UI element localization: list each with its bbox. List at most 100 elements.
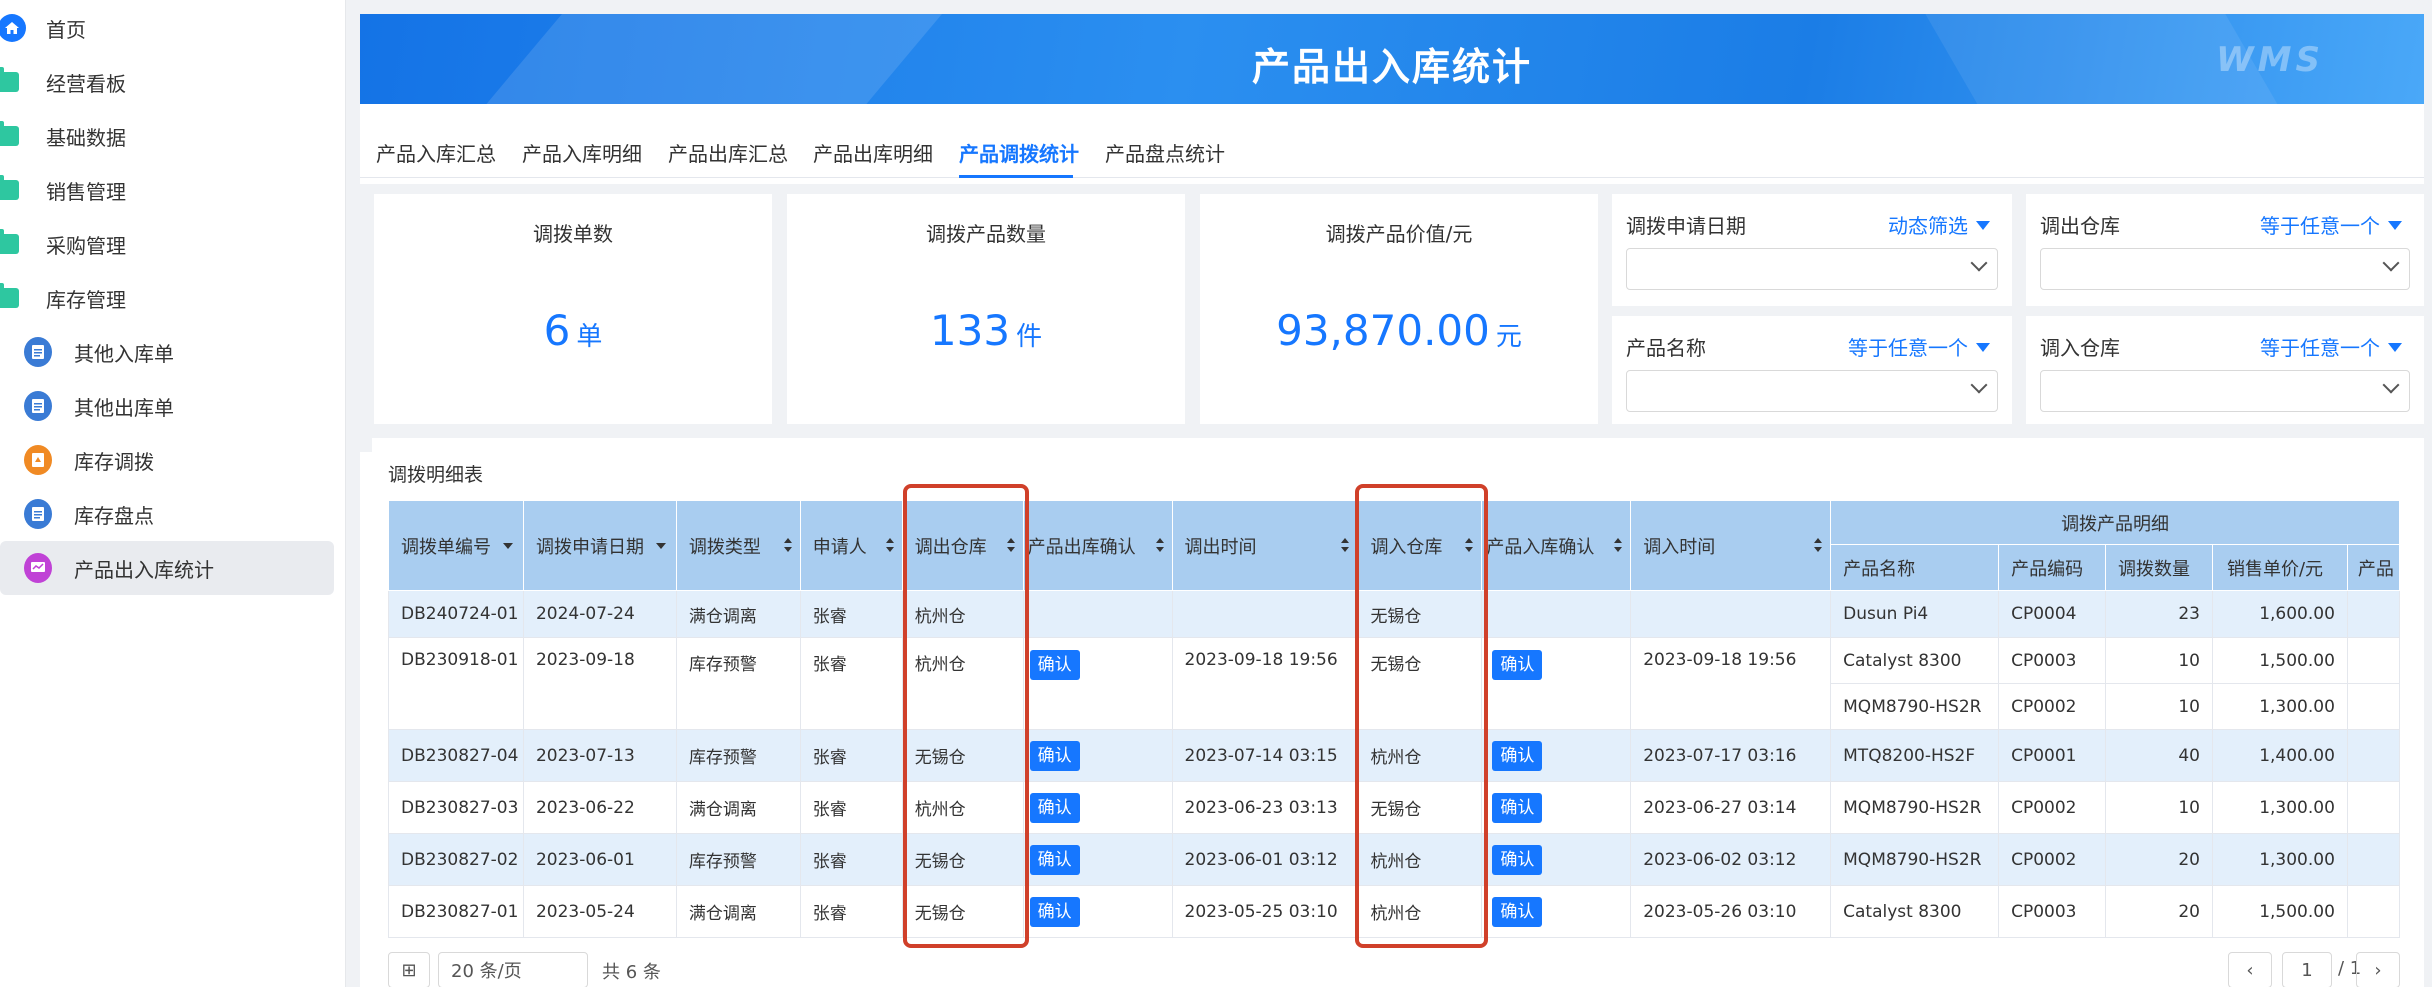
column-header[interactable]: 申请人 [799, 500, 903, 591]
active-tab-indicator [959, 175, 1073, 178]
confirm-badge[interactable]: 确认 [1029, 844, 1080, 875]
sidebar-item-label: 其他出库单 [74, 395, 174, 420]
cell-product-extra [2346, 683, 2400, 730]
sidebar-item-sales[interactable]: 销售管理 [0, 163, 336, 217]
cell-transfer-id: DB230827-04 [388, 729, 524, 782]
cell-product-extra [2346, 637, 2400, 684]
sort-icon [1614, 537, 1623, 554]
sidebar-item-label: 产品出入库统计 [74, 557, 214, 582]
cell-transfer-type: 库存预警 [675, 833, 801, 886]
sidebar-item-stocktaking[interactable]: 库存盘点 [0, 487, 336, 541]
column-header[interactable]: 产品出库确认 [1022, 500, 1173, 591]
confirm-badge[interactable]: 确认 [1029, 650, 1080, 680]
tab-outbound-summary[interactable]: 产品出库汇总 [668, 138, 788, 167]
column-header[interactable]: 产品入库确认 [1481, 500, 1632, 591]
column-header[interactable]: 产品 [2346, 544, 2400, 591]
sort-icon [885, 537, 894, 554]
column-header[interactable]: 调出时间 [1171, 500, 1359, 591]
stat-card-transfer-value: 调拨产品价值/元 93,870.00 元 [1200, 194, 1598, 424]
confirm-badge[interactable]: 确认 [1029, 740, 1080, 771]
cell-product-name: MQM8790-HS2R [1830, 833, 2000, 886]
filter-operator-dropdown[interactable]: 等于任意一个 [2260, 332, 2402, 361]
sidebar-item-product-stats[interactable]: 产品出入库统计 [0, 541, 334, 595]
column-header[interactable]: 调入时间 [1630, 500, 1832, 591]
tab-transfer-stats[interactable]: 产品调拨统计 [959, 138, 1079, 167]
sidebar-item-purchase[interactable]: 采购管理 [0, 217, 336, 271]
tab-stocktaking-stats[interactable]: 产品盘点统计 [1105, 138, 1225, 167]
sidebar-item-label: 库存盘点 [74, 503, 154, 528]
chevron-down-icon [2382, 254, 2400, 272]
cell-quantity: 10 [2105, 781, 2213, 834]
filter-out-warehouse: 调出仓库 等于任意一个 [2026, 194, 2424, 306]
sort-icon [1814, 537, 1823, 554]
cell-transfer-id: DB230918-01 [388, 637, 524, 730]
caret-down-icon [2388, 221, 2402, 230]
page-size-select[interactable]: 20 条/页 [438, 952, 588, 987]
confirm-badge[interactable]: 确认 [1029, 792, 1080, 823]
filter-select[interactable] [1626, 248, 1998, 290]
cell-applicant: 张睿 [799, 729, 903, 782]
cell-out-confirm: 确认 [1022, 729, 1173, 782]
filter-select[interactable] [1626, 370, 1998, 412]
confirm-badge[interactable]: 确认 [1492, 896, 1543, 927]
filter-label: 调出仓库 [2040, 214, 2120, 238]
sidebar-item-inventory[interactable]: 库存管理 [0, 271, 336, 325]
confirm-badge[interactable]: 确认 [1492, 650, 1543, 680]
tab-inbound-detail[interactable]: 产品入库明细 [522, 138, 642, 167]
sidebar-item-stock-transfer[interactable]: 库存调拨 [0, 433, 336, 487]
transfer-icon [24, 445, 52, 475]
caret-down-icon [502, 542, 513, 549]
prev-page-button[interactable]: ‹ [2228, 952, 2272, 987]
column-header[interactable]: 产品编码 [1998, 544, 2107, 591]
sidebar: 首页 经营看板 基础数据 销售管理 采购管理 库存管理 其他入库单 其他出库单 [0, 0, 346, 987]
confirm-badge[interactable]: 确认 [1492, 740, 1543, 771]
cell-transfer-id: DB230827-02 [388, 833, 524, 886]
sidebar-item-label: 基础数据 [46, 125, 126, 150]
stat-title: 调拨产品价值/元 [1325, 222, 1473, 246]
cell-product-code: CP0001 [1998, 729, 2107, 782]
cell-product-code: CP0003 [1998, 885, 2107, 938]
stat-title: 调拨产品数量 [926, 222, 1046, 246]
confirm-badge[interactable]: 确认 [1492, 792, 1543, 823]
sort-icon [1155, 537, 1164, 554]
next-page-button[interactable]: › [2356, 952, 2400, 987]
sidebar-item-other-outbound[interactable]: 其他出库单 [0, 379, 336, 433]
cell-apply-date: 2023-06-22 [522, 781, 677, 834]
column-settings-icon[interactable]: ⊞ [388, 952, 430, 987]
cell-in-confirm: 确认 [1481, 637, 1632, 730]
cell-in-time: 2023-05-26 03:10 [1630, 885, 1832, 938]
cell-in-confirm: 确认 [1481, 833, 1632, 886]
cell-quantity: 20 [2105, 885, 2213, 938]
column-header[interactable]: 调拨单编号 [388, 500, 524, 591]
sidebar-item-home[interactable]: 首页 [0, 1, 336, 55]
tab-inbound-summary[interactable]: 产品入库汇总 [376, 138, 496, 167]
document-icon [24, 499, 52, 529]
column-header[interactable]: 调拨申请日期 [522, 500, 677, 591]
filter-operator-dropdown[interactable]: 等于任意一个 [2260, 210, 2402, 239]
chevron-down-icon [1970, 254, 1988, 272]
column-header[interactable]: 销售单价/元 [2211, 544, 2348, 591]
highlight-out-warehouse-column [903, 484, 1029, 948]
cell-out-confirm: 确认 [1022, 637, 1173, 730]
filter-select[interactable] [2040, 370, 2410, 412]
cell-apply-date: 2024-07-24 [522, 590, 677, 638]
sidebar-item-basic-data[interactable]: 基础数据 [0, 109, 336, 163]
column-header[interactable]: 产品名称 [1830, 544, 2000, 591]
cell-out-time: 2023-09-18 19:56 [1171, 637, 1359, 730]
group-header: 调拨产品明细 [1830, 500, 2400, 545]
sidebar-item-dashboard[interactable]: 经营看板 [0, 55, 336, 109]
cell-in-time: 2023-06-02 03:12 [1630, 833, 1832, 886]
filter-operator-dropdown[interactable]: 动态筛选 [1888, 210, 1990, 239]
column-header[interactable]: 调拨类型 [675, 500, 801, 591]
tab-outbound-detail[interactable]: 产品出库明细 [813, 138, 933, 167]
caret-down-icon [655, 542, 666, 549]
cell-product-code: CP0003 [1998, 637, 2107, 684]
cell-applicant: 张睿 [799, 885, 903, 938]
page-number-input[interactable]: 1 [2282, 952, 2332, 987]
sidebar-item-other-inbound[interactable]: 其他入库单 [0, 325, 336, 379]
filter-operator-dropdown[interactable]: 等于任意一个 [1848, 332, 1990, 361]
column-header[interactable]: 调拨数量 [2105, 544, 2213, 591]
confirm-badge[interactable]: 确认 [1029, 896, 1080, 927]
filter-select[interactable] [2040, 248, 2410, 290]
confirm-badge[interactable]: 确认 [1492, 844, 1543, 875]
